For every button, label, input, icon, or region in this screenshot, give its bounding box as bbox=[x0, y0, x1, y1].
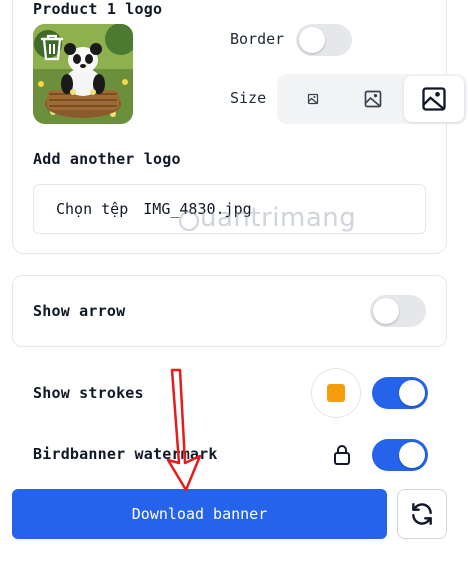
show-strokes-label: Show strokes bbox=[33, 384, 144, 402]
red-annotation-arrow bbox=[166, 368, 202, 492]
product-logo-title: Product 1 logo bbox=[33, 0, 163, 18]
choose-file-button[interactable]: Chọn tệp bbox=[56, 200, 128, 218]
image-large-icon bbox=[422, 87, 446, 111]
show-strokes-toggle[interactable] bbox=[372, 377, 428, 409]
size-label: Size bbox=[230, 89, 267, 107]
show-arrow-toggle[interactable] bbox=[370, 295, 426, 327]
watermark-circle bbox=[179, 211, 199, 231]
toggle-knob bbox=[399, 380, 425, 406]
toggle-knob bbox=[373, 298, 399, 324]
refresh-button[interactable] bbox=[397, 489, 447, 539]
toggle-knob bbox=[299, 27, 325, 53]
size-selector bbox=[277, 74, 467, 124]
size-small-button[interactable] bbox=[287, 74, 339, 124]
lock-icon bbox=[334, 445, 350, 465]
stroke-color-picker[interactable] bbox=[311, 368, 361, 418]
stroke-color-swatch bbox=[327, 384, 345, 402]
border-toggle[interactable] bbox=[296, 24, 352, 56]
logo-thumbnail[interactable] bbox=[33, 24, 133, 124]
site-watermark: uantrimang bbox=[200, 203, 357, 233]
birdbanner-watermark-label: Birdbanner watermark bbox=[33, 445, 218, 463]
image-small-icon bbox=[307, 93, 319, 105]
toggle-knob bbox=[399, 442, 425, 468]
download-banner-button[interactable]: Download banner bbox=[12, 489, 387, 539]
border-label: Border bbox=[230, 30, 285, 48]
add-logo-title: Add another logo bbox=[33, 150, 181, 168]
image-medium-icon bbox=[364, 90, 382, 108]
show-arrow-label: Show arrow bbox=[33, 302, 126, 320]
refresh-icon bbox=[412, 503, 432, 525]
trash-icon[interactable] bbox=[39, 32, 65, 62]
size-large-button[interactable] bbox=[404, 76, 464, 122]
size-medium-button[interactable] bbox=[347, 74, 399, 124]
birdbanner-watermark-toggle[interactable] bbox=[372, 439, 428, 471]
